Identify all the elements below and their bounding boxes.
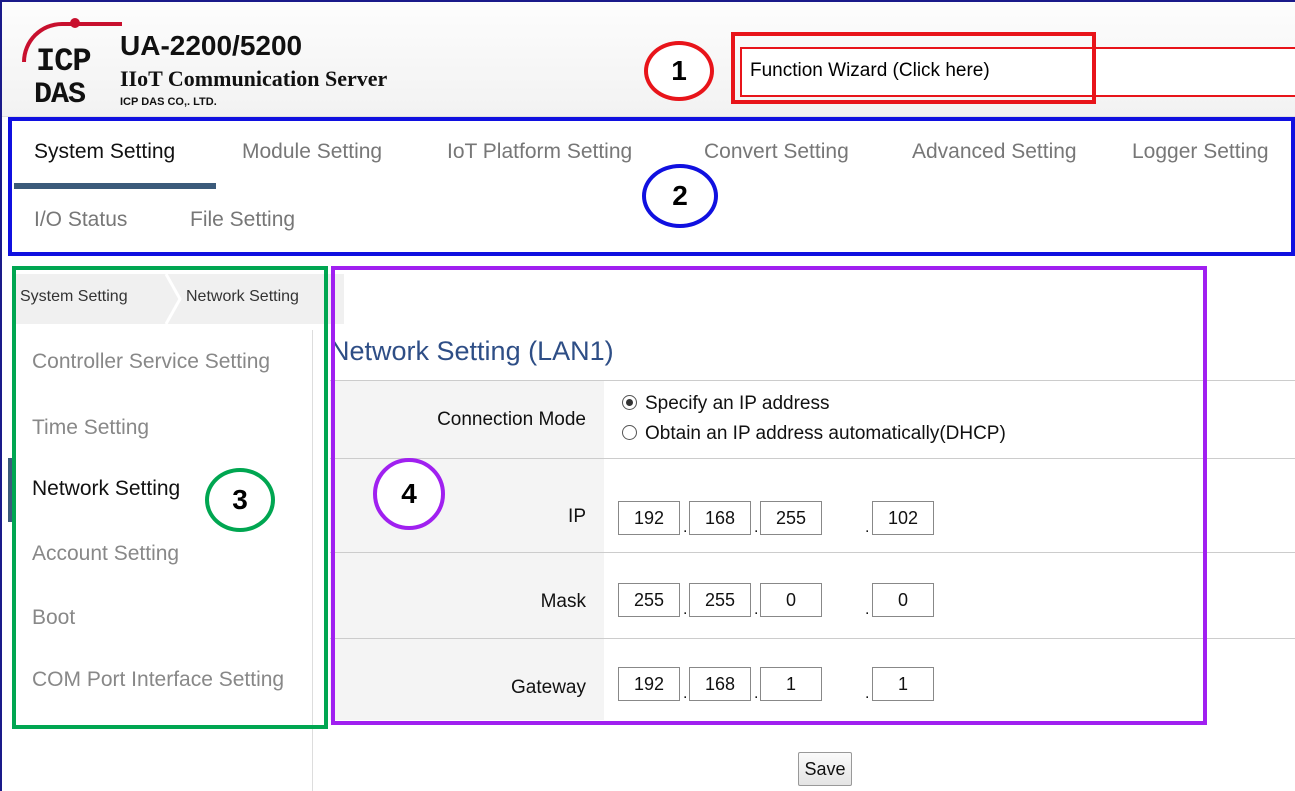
window-border-top — [0, 0, 1295, 2]
app-window: ICP DAS UA-2200/5200 IIoT Communication … — [0, 0, 1295, 791]
window-border — [0, 0, 2, 791]
save-button[interactable]: Save — [798, 752, 852, 786]
annotation-box-1 — [731, 32, 1096, 104]
annotation-box-4 — [331, 266, 1207, 725]
annotation-box-3 — [12, 266, 328, 729]
annotation-marker-1: 1 — [644, 41, 714, 101]
annotation-marker-4: 4 — [373, 458, 445, 530]
annotation-marker-3: 3 — [205, 468, 275, 532]
company-logo: ICP DAS — [14, 18, 122, 116]
product-subtitle: IIoT Communication Server — [120, 66, 388, 91]
product-title: UA-2200/5200 — [120, 30, 303, 61]
annotation-marker-2: 2 — [642, 164, 718, 228]
company-name: ICP DAS CO,. LTD. — [120, 96, 217, 108]
